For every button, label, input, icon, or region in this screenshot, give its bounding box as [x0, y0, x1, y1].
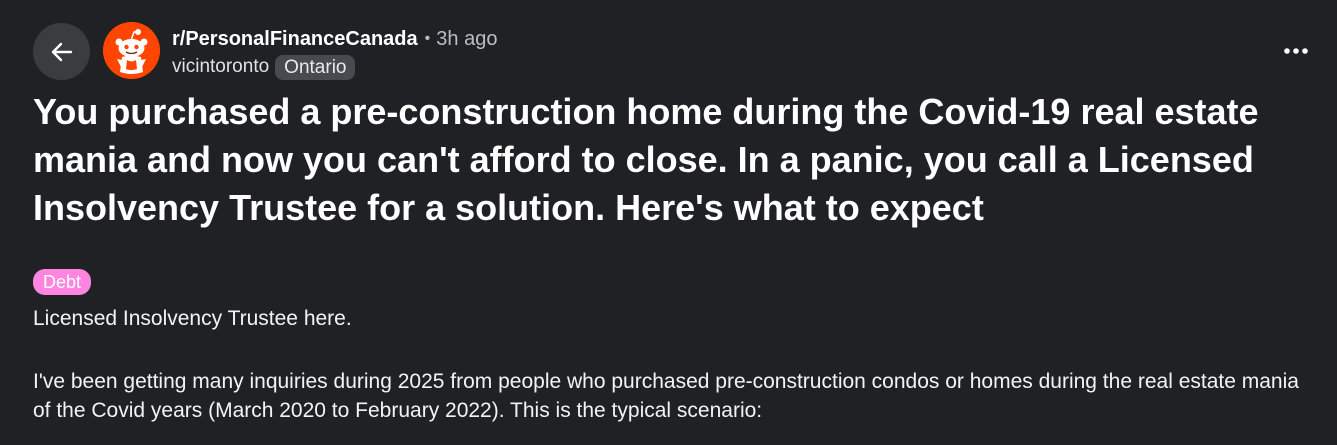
arrow-left-icon	[51, 42, 72, 61]
back-button[interactable]	[33, 23, 90, 80]
meta-line-author: vicintoronto Ontario	[172, 54, 497, 80]
more-options-button[interactable]	[1279, 36, 1313, 66]
post-body-paragraph: Licensed Insolvency Trustee here.	[33, 307, 352, 330]
author-username[interactable]: vicintoronto	[172, 54, 269, 80]
ellipsis-horizontal-icon	[1284, 48, 1308, 54]
meta-separator: •	[424, 30, 431, 47]
post-page: r/PersonalFinanceCanada • 3h ago vicinto…	[0, 0, 1337, 445]
post-meta: r/PersonalFinanceCanada • 3h ago vicinto…	[172, 26, 497, 80]
subreddit-link[interactable]: r/PersonalFinanceCanada	[172, 26, 418, 52]
post-timestamp: 3h ago	[436, 28, 498, 50]
post-flair-debt[interactable]: Debt	[33, 269, 92, 295]
user-flair-badge: Ontario	[275, 54, 356, 80]
post-title: You purchased a pre-construction home du…	[33, 91, 1259, 228]
post-body-paragraph: I've been getting many inquiries during …	[33, 370, 1299, 422]
subreddit-avatar[interactable]	[103, 22, 160, 79]
meta-line-subreddit: r/PersonalFinanceCanada • 3h ago	[172, 26, 497, 52]
reddit-snoo-icon	[103, 22, 160, 79]
